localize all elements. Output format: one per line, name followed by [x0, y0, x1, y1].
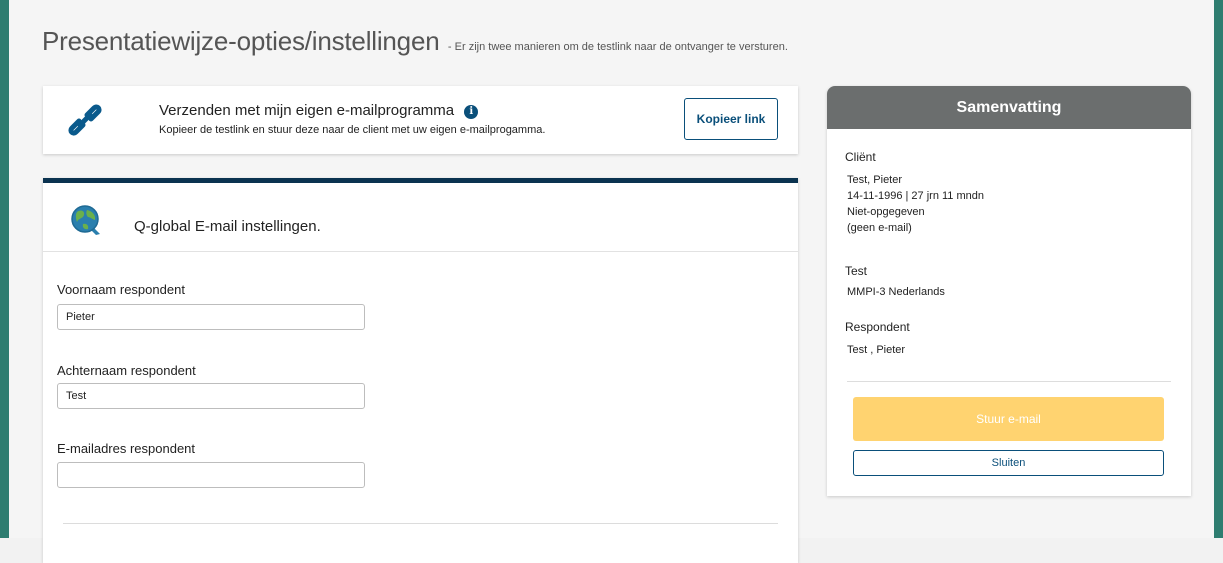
respondent-name: Test , Pieter	[847, 344, 906, 356]
copy-link-button[interactable]: Kopieer link	[684, 98, 778, 140]
client-section-title: Cliënt	[845, 150, 876, 164]
qglobal-title: Q-global E-mail instellingen.	[134, 218, 321, 235]
client-name: Test, Pieter	[847, 174, 903, 186]
right-accent-bar	[1214, 0, 1223, 538]
page-subtitle: - Er zijn twee manieren om de testlink n…	[447, 41, 788, 53]
first-name-label: Voornaam respondent	[57, 282, 185, 297]
page-heading: Presentatiewijze-opties/instellingen - E…	[42, 26, 788, 57]
last-name-label: Achternaam respondent	[57, 363, 196, 378]
email-program-title: Verzenden met mijn eigen e-mailprogramma…	[159, 102, 479, 119]
client-dob-age: 14-11-1996 | 27 jrn 11 mndn	[847, 190, 984, 202]
email-program-card: Verzenden met mijn eigen e-mailprogramma…	[43, 86, 798, 154]
test-section-title: Test	[845, 264, 868, 278]
q-global-logo-icon	[71, 205, 100, 235]
first-name-input[interactable]	[57, 304, 365, 330]
close-button[interactable]: Sluiten	[853, 450, 1164, 476]
form-divider	[63, 523, 778, 524]
client-email: (geen e-mail)	[847, 222, 912, 234]
email-program-description: Kopieer de testlink en stuur deze naar d…	[159, 124, 546, 136]
email-program-title-text: Verzenden met mijn eigen e-mailprogramma	[159, 102, 455, 119]
qglobal-header: Q-global E-mail instellingen.	[43, 183, 798, 252]
left-accent-bar	[0, 0, 9, 538]
info-icon[interactable]: i	[464, 105, 479, 119]
page-title: Presentatiewijze-opties/instellingen	[42, 26, 440, 56]
send-email-button[interactable]: Stuur e-mail	[853, 397, 1164, 441]
last-name-input[interactable]	[57, 383, 365, 409]
summary-panel: Samenvatting Cliënt Test, Pieter 14-11-1…	[827, 86, 1191, 496]
qglobal-email-settings-card: Q-global E-mail instellingen. Voornaam r…	[43, 178, 798, 563]
summary-divider	[847, 381, 1171, 382]
email-label: E-mailadres respondent	[57, 441, 196, 456]
summary-header: Samenvatting	[827, 86, 1191, 129]
test-name: MMPI-3 Nederlands	[847, 286, 945, 298]
respondent-section-title: Respondent	[845, 320, 910, 334]
link-icon	[68, 104, 102, 136]
client-gender: Niet-opgegeven	[847, 206, 925, 218]
email-input[interactable]	[57, 462, 365, 488]
